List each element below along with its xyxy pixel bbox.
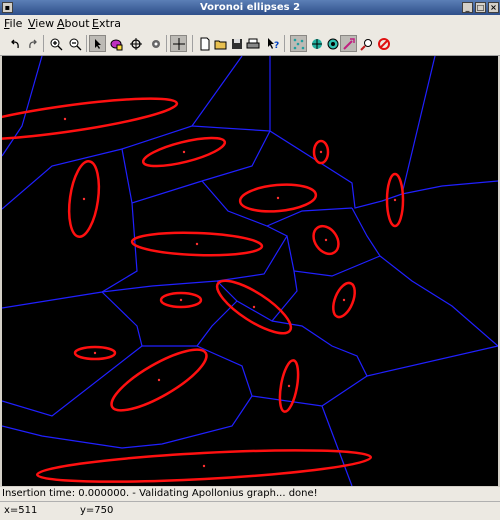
window-title: Voronoi ellipses 2 (199, 2, 301, 13)
window-menu-icon[interactable]: ▪ (2, 2, 13, 13)
voronoi-points-icon[interactable] (290, 35, 307, 52)
undo-icon[interactable] (6, 35, 23, 52)
toolbar-separator (43, 35, 44, 52)
ellipse-select-icon[interactable] (107, 35, 124, 52)
search-icon[interactable] (358, 35, 375, 52)
drawing-canvas[interactable] (0, 55, 499, 487)
menubar: File View About Extra (0, 15, 500, 32)
menu-view[interactable]: View (28, 17, 54, 30)
pointer-icon[interactable] (89, 35, 106, 52)
menu-extra[interactable]: Extra (92, 17, 121, 30)
menu-about[interactable]: About (57, 17, 90, 30)
close-icon[interactable]: × (488, 2, 499, 13)
whats-this-icon[interactable]: ? (264, 35, 281, 52)
insert-point-icon[interactable] (170, 35, 187, 52)
voronoi-diagram[interactable] (0, 55, 499, 487)
clear-icon[interactable] (375, 35, 392, 52)
toolbar-separator (166, 35, 167, 52)
toolbar-separator (284, 35, 285, 52)
voronoi-ellipse-icon[interactable] (308, 35, 325, 52)
ellipse-centers (63, 117, 397, 468)
toolbar-separator (192, 35, 193, 52)
y-coordinate: y=750 (80, 505, 114, 516)
redo-icon[interactable] (24, 35, 41, 52)
zoom-out-icon[interactable] (66, 35, 83, 52)
window-title-bar[interactable]: Voronoi ellipses 2 ▪ _ □ × (0, 0, 500, 15)
status-message: Insertion time: 0.000000. - Validating A… (2, 488, 318, 499)
ellipses (0, 97, 405, 483)
svg-text:?: ? (274, 41, 279, 51)
toolbar: ? (0, 32, 500, 56)
menu-file[interactable]: File (4, 17, 22, 30)
open-file-icon[interactable] (212, 35, 229, 52)
status-bar: Insertion time: 0.000000. - Validating A… (0, 487, 500, 501)
zoom-in-icon[interactable] (47, 35, 64, 52)
coordinate-bar: x=511 y=750 (0, 501, 500, 520)
voronoi-edges (1, 55, 499, 487)
x-coordinate: x=511 (4, 505, 38, 516)
apollonius-icon[interactable] (324, 35, 341, 52)
crosshair-center-icon[interactable] (127, 35, 144, 52)
delete-pointer-icon[interactable] (340, 35, 357, 52)
new-file-icon[interactable] (196, 35, 213, 52)
toolbar-separator (86, 35, 87, 52)
settings-icon[interactable] (147, 35, 164, 52)
print-icon[interactable] (244, 35, 261, 52)
maximize-icon[interactable]: □ (475, 2, 486, 13)
minimize-icon[interactable]: _ (462, 2, 473, 13)
save-icon[interactable] (228, 35, 245, 52)
